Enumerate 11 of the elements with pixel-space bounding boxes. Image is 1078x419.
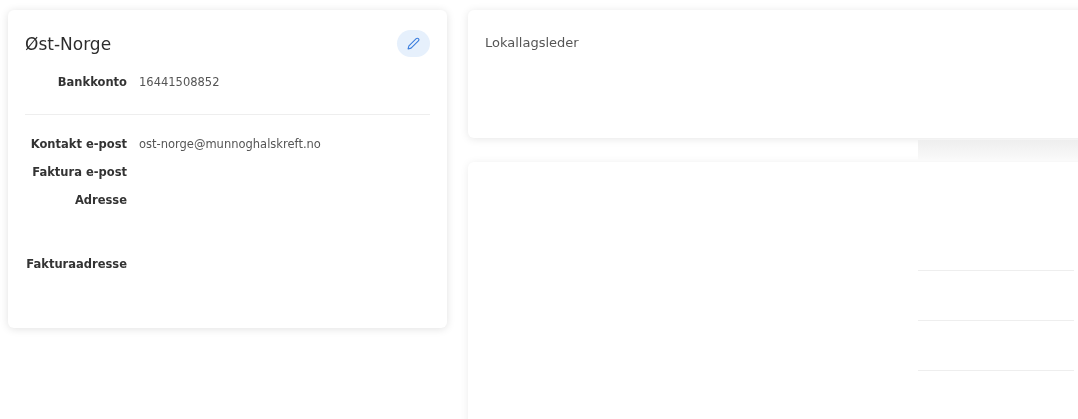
field-value: ost-norge@munnoghalskreft.no bbox=[139, 137, 321, 153]
card-title: Lokallagsleder bbox=[485, 35, 579, 50]
edit-button[interactable] bbox=[397, 30, 430, 57]
field-label: Kontakt e-post bbox=[29, 137, 127, 153]
pencil-icon bbox=[407, 37, 420, 50]
card-title: Øst-Norge bbox=[25, 33, 112, 54]
field-label: Adresse bbox=[73, 193, 127, 209]
field-label: Bankkonto bbox=[56, 75, 127, 91]
field-label: Faktura e-post bbox=[31, 165, 127, 181]
field-label: Fakturaadresse bbox=[25, 257, 127, 273]
field-value: 16441508852 bbox=[139, 75, 220, 91]
